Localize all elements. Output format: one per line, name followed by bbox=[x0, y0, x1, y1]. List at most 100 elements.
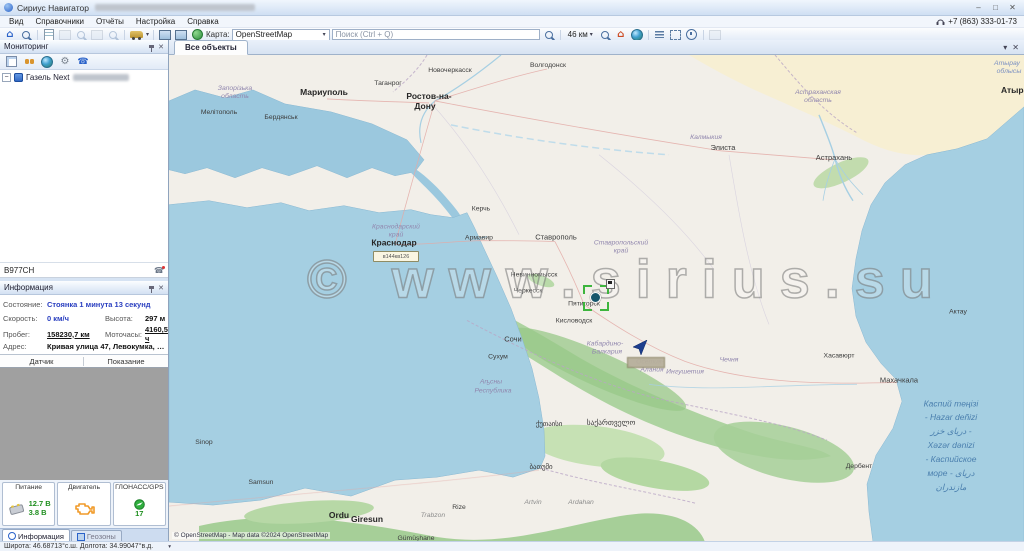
vehicle-plate: B977CH bbox=[4, 266, 34, 275]
monitor-2-icon[interactable] bbox=[174, 29, 188, 41]
map-label: Ordu bbox=[329, 510, 349, 520]
map-label: Краснодарский bbox=[372, 223, 420, 231]
dock-tabs: Информация Геозоны bbox=[0, 528, 168, 542]
close-panel-icon[interactable]: ✕ bbox=[158, 284, 164, 292]
redacted-plate bbox=[73, 74, 129, 81]
direction-arrow-icon bbox=[633, 340, 648, 356]
sensor-col-name: Датчик bbox=[0, 357, 84, 366]
sensor-table-header: Датчик Показание bbox=[0, 354, 168, 368]
info-title: Информация bbox=[4, 283, 53, 292]
tab-list-chevron-icon[interactable]: ▾ bbox=[1003, 43, 1007, 52]
search-go-icon[interactable] bbox=[542, 29, 556, 41]
menu-help[interactable]: Справка bbox=[181, 17, 224, 26]
monitoring-title: Мониторинг bbox=[4, 42, 48, 51]
zoom-search-icon[interactable] bbox=[598, 29, 612, 41]
chevron-down-icon[interactable]: ▾ bbox=[168, 544, 171, 550]
mileage-label: Пробег: bbox=[3, 330, 47, 339]
gear-icon[interactable] bbox=[58, 56, 72, 68]
list-icon[interactable] bbox=[653, 29, 667, 41]
height-label: Высота: bbox=[105, 314, 145, 323]
collapse-icon[interactable]: − bbox=[2, 73, 11, 82]
map-label: Аҧсны bbox=[479, 378, 502, 385]
redacted-map-label bbox=[627, 357, 665, 368]
call-icon[interactable] bbox=[76, 56, 90, 68]
sea-label-line: Каспий теңізі bbox=[924, 398, 980, 408]
show-on-map-icon[interactable] bbox=[40, 56, 54, 68]
sea-label-line: Xəzər dənizi bbox=[927, 440, 976, 450]
tab-geozones-label: Геозоны bbox=[87, 532, 116, 541]
map-select-label: Карта: bbox=[206, 30, 230, 39]
flag-marker-icon bbox=[606, 279, 615, 289]
redacted-company-name bbox=[95, 4, 255, 11]
sea-label-line: море - دریای bbox=[927, 468, 974, 479]
home-icon[interactable] bbox=[3, 29, 17, 41]
address-label: Адрес: bbox=[3, 342, 47, 351]
state-value: Стоянка 1 минута 13 секунд bbox=[47, 300, 168, 309]
vehicle-position-dot[interactable] bbox=[590, 292, 601, 303]
map-label: Мариуполь bbox=[300, 87, 348, 97]
map-label: Samsun bbox=[249, 479, 274, 486]
indicator-panel: Питание 12.7 В 3.8 В Двигатель bbox=[0, 480, 168, 528]
power-label: Питание bbox=[15, 484, 42, 491]
monitoring-toolbar bbox=[0, 54, 168, 70]
left-dock: Мониторинг ✕ − Газель Next bbox=[0, 40, 169, 542]
sea-label-line: مازندران bbox=[936, 482, 967, 493]
menu-directories[interactable]: Справочники bbox=[29, 17, 89, 26]
tool-icon-disabled-2 bbox=[74, 29, 88, 41]
history-clock-icon[interactable] bbox=[685, 29, 699, 41]
tab-close-icon[interactable]: ✕ bbox=[1012, 43, 1019, 52]
tool-icon-disabled-5 bbox=[708, 29, 722, 41]
tab-all-objects[interactable]: Все объекты bbox=[174, 40, 248, 55]
title-bar: Сириус Навигатор bbox=[0, 0, 1024, 16]
sensor-table-body bbox=[0, 368, 168, 480]
close-button[interactable] bbox=[1005, 2, 1020, 13]
satellite-count: 17 bbox=[135, 510, 143, 518]
menu-reports[interactable]: Отчёты bbox=[90, 17, 130, 26]
state-label: Состояние: bbox=[3, 300, 47, 309]
monitor-icon[interactable] bbox=[158, 29, 172, 41]
map-label: Атырау bbox=[1001, 85, 1024, 95]
phone-status-icon[interactable] bbox=[154, 266, 164, 275]
map-label: Сухум bbox=[488, 353, 508, 360]
map-label: Армавир bbox=[465, 235, 493, 242]
search-input[interactable] bbox=[332, 29, 540, 40]
map-label: Чечня bbox=[720, 356, 739, 363]
binoculars-icon[interactable] bbox=[22, 56, 36, 68]
mileage-value[interactable]: 158230,7 км bbox=[47, 330, 105, 339]
map-label: Дербент bbox=[846, 462, 873, 470]
globe-green-icon[interactable] bbox=[190, 29, 204, 41]
power-indicator: Питание 12.7 В 3.8 В bbox=[2, 482, 55, 526]
map-label: Ингушетия bbox=[666, 368, 704, 375]
pin-icon[interactable] bbox=[149, 286, 154, 289]
sea-label-line: - Каспийское bbox=[926, 454, 977, 464]
map-tab-bar: Все объекты ▾ ✕ bbox=[169, 40, 1024, 55]
hours-value[interactable]: 4160,5 ч bbox=[145, 325, 168, 343]
chevron-down-icon[interactable]: ▾ bbox=[146, 31, 149, 38]
map-label: Ростов-на- bbox=[406, 91, 451, 101]
globe-icon[interactable] bbox=[630, 29, 644, 41]
search-icon[interactable] bbox=[19, 29, 33, 41]
goto-address-icon[interactable] bbox=[614, 29, 628, 41]
vehicle-dropdown-icon[interactable] bbox=[129, 29, 143, 41]
close-panel-icon[interactable]: ✕ bbox=[158, 43, 164, 51]
app-title: Сириус Навигатор bbox=[17, 3, 89, 13]
pin-icon[interactable] bbox=[149, 45, 154, 48]
menu-view[interactable]: Вид bbox=[3, 17, 29, 26]
map-label: облысы bbox=[997, 67, 1022, 75]
map-label: Кисловодск bbox=[556, 317, 592, 324]
minimize-button[interactable] bbox=[971, 2, 986, 13]
map-label: Ставрополь bbox=[535, 233, 577, 242]
voltage-backup: 3.8 В bbox=[29, 508, 51, 517]
satellite-globe-icon bbox=[134, 499, 145, 510]
fit-screen-icon[interactable] bbox=[669, 29, 683, 41]
selected-vehicle-row[interactable]: B977CH bbox=[0, 262, 168, 278]
vehicle-tree-item[interactable]: − Газель Next bbox=[2, 73, 166, 82]
menu-settings[interactable]: Настройка bbox=[130, 17, 181, 26]
select-objects-icon[interactable] bbox=[4, 56, 18, 68]
report-icon[interactable] bbox=[42, 29, 56, 41]
map-canvas[interactable]: МариупольМелітопольБердянськТаганрогНово… bbox=[169, 55, 1024, 542]
map-select[interactable]: OpenStreetMap ▾ bbox=[232, 29, 330, 41]
maximize-button[interactable] bbox=[988, 2, 1003, 13]
map-scale-dropdown[interactable]: 46 км ▾ bbox=[565, 29, 596, 40]
map-label: Мелітополь bbox=[201, 108, 238, 116]
